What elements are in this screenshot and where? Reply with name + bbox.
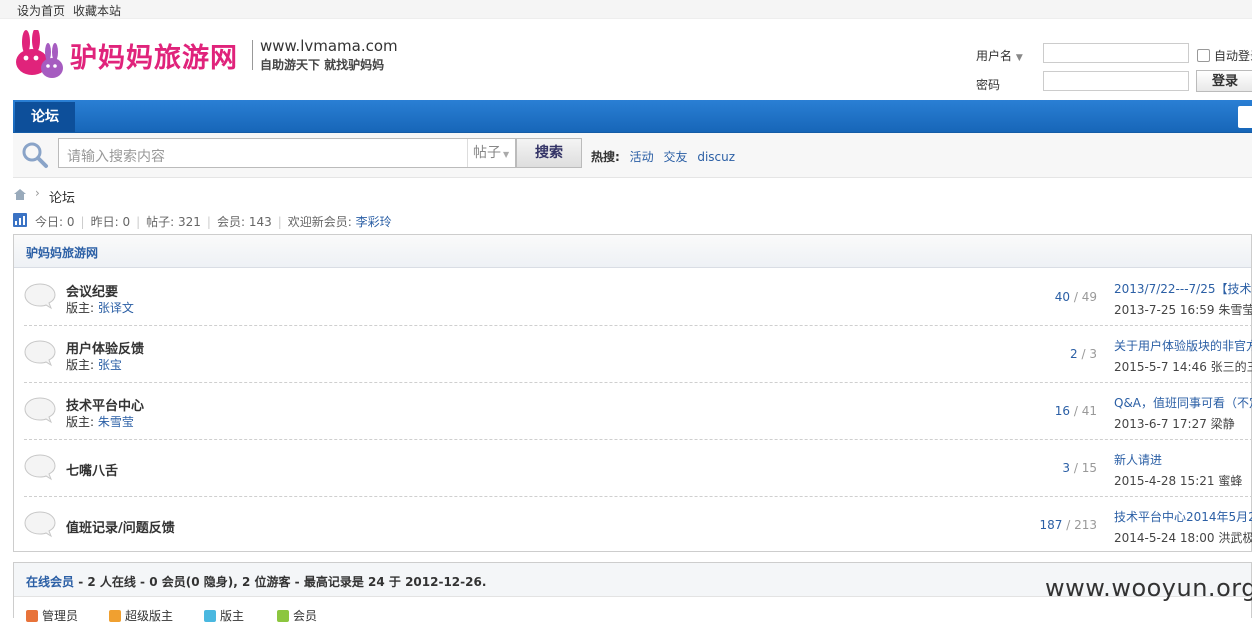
forum-bubble-icon [24, 511, 56, 538]
password-label: 密码 [976, 78, 1001, 92]
forum-row[interactable]: 技术平台中心 版主: 朱雪莹 16 / 41 Q&A，值班同事可看（不定 201… [24, 382, 1252, 440]
chevron-down-icon: ▼ [503, 150, 510, 159]
search-bar: 请输入搜索内容 帖子 ▼ 搜索 热搜: 活动 交友 discuz [13, 133, 1252, 178]
watermark: www.wooyun.org [1045, 574, 1252, 602]
last-post-link[interactable]: 技术平台中心2014年5月2 [1114, 508, 1252, 525]
search-button[interactable]: 搜索 [516, 138, 582, 168]
logo-divider [252, 40, 253, 70]
last-post-link[interactable]: 关于用户体验版块的非官方 [1114, 337, 1252, 354]
hot-search: 热搜: 活动 交友 discuz [591, 148, 735, 165]
logo-url: www.lvmama.com [260, 37, 398, 55]
forum-title[interactable]: 会议纪要 [66, 281, 118, 300]
forum-title[interactable]: 七嘴八舌 [66, 460, 118, 479]
last-post-link[interactable]: 新人请进 [1114, 451, 1252, 468]
forum-bubble-icon [24, 397, 56, 424]
last-post: 2013/7/22---7/25【技术平台 2013-7-25 16:59 朱雪… [1114, 280, 1252, 318]
forum-row[interactable]: 会议纪要 版主: 张译文 40 / 49 2013/7/22---7/25【技术… [24, 268, 1252, 326]
moderator-link[interactable]: 张译文 [98, 301, 134, 315]
logo-slogan: 自助游天下 就找驴妈妈 [260, 58, 385, 72]
forum-bubble-icon [24, 454, 56, 481]
forum-counts: 40 / 49 [1054, 290, 1097, 304]
legend-item: 版主 [204, 607, 244, 624]
bookmark-link[interactable]: 收藏本站 [73, 2, 121, 19]
breadcrumb-current[interactable]: 论坛 [49, 187, 75, 206]
login-button[interactable]: 登录 [1196, 70, 1252, 92]
forum-counts: 2 / 3 [1070, 347, 1097, 361]
last-post: 新人请进 2015-4-28 15:21 蜜蜂 [1114, 451, 1252, 489]
last-post-meta: 2013-7-25 16:59 朱雪莹 [1114, 303, 1252, 317]
super-mod-badge-icon [109, 610, 121, 622]
forum-row[interactable]: 七嘴八舌 3 / 15 新人请进 2015-4-28 15:21 蜜蜂 [24, 439, 1252, 497]
newest-member-link[interactable]: 李彩玲 [356, 215, 392, 229]
bunny-logo-icon [16, 30, 63, 78]
main-nav: 论坛 [13, 100, 1252, 133]
last-post: Q&A，值班同事可看（不定 2013-6-7 17:27 梁静 [1114, 394, 1252, 432]
forum-moderator: 版主: 张译文 [66, 301, 134, 315]
forum-moderator: 版主: 朱雪莹 [66, 415, 134, 429]
legend-item: 管理员 [26, 607, 78, 624]
moderator-link[interactable]: 张宝 [98, 358, 122, 372]
last-post: 技术平台中心2014年5月2 2014-5-24 18:00 洪武极 [1114, 508, 1252, 546]
forum-counts: 187 / 213 [1039, 518, 1097, 532]
username-input[interactable] [1043, 43, 1189, 63]
hot-term-link[interactable]: discuz [697, 150, 735, 164]
auto-login-checkbox[interactable] [1197, 49, 1210, 62]
forum-title[interactable]: 值班记录/问题反馈 [66, 517, 175, 536]
breadcrumb-separator: › [35, 186, 40, 200]
legend-item: 超级版主 [109, 607, 173, 624]
online-members-link[interactable]: 在线会员 [26, 575, 74, 589]
set-home-link[interactable]: 设为首页 [17, 2, 65, 19]
forum-title[interactable]: 用户体验反馈 [66, 338, 144, 357]
password-input[interactable] [1043, 71, 1189, 91]
search-box: 请输入搜索内容 帖子 ▼ [58, 138, 516, 168]
forum-moderator: 版主: 张宝 [66, 358, 122, 372]
legend-item: 会员 [277, 607, 317, 624]
last-post-meta: 2015-5-7 14:46 张三的三 [1114, 360, 1252, 374]
last-post-meta: 2015-4-28 15:21 蜜蜂 [1114, 474, 1243, 488]
forum-bubble-icon [24, 283, 56, 310]
last-post-meta: 2014-5-24 18:00 洪武极 [1114, 531, 1252, 545]
forum-category: 驴妈妈旅游网 会议纪要 版主: 张译文 40 / 49 2013/7/22---… [13, 234, 1252, 552]
last-post-link[interactable]: 2013/7/22---7/25【技术平台 [1114, 280, 1252, 297]
search-type-select[interactable]: 帖子 ▼ [467, 139, 515, 167]
home-icon[interactable] [13, 188, 27, 201]
username-label[interactable]: 用户名 ▼ [976, 47, 1023, 64]
forum-row[interactable]: 值班记录/问题反馈 187 / 213 技术平台中心2014年5月2 2014-… [24, 496, 1252, 553]
hot-search-label: 热搜: [591, 150, 620, 164]
logo-name: 驴妈妈旅游网 [70, 43, 238, 74]
last-post-link[interactable]: Q&A，值班同事可看（不定 [1114, 394, 1252, 411]
member-badge-icon [277, 610, 289, 622]
auto-login-label[interactable]: 自动登录 [1214, 47, 1252, 64]
forum-counts: 3 / 15 [1062, 461, 1097, 475]
hot-term-link[interactable]: 交友 [663, 150, 687, 164]
chevron-down-icon: ▼ [1015, 53, 1023, 63]
search-input[interactable]: 请输入搜索内容 [67, 146, 165, 166]
top-bar: 设为首页 收藏本站 [0, 0, 1252, 19]
mod-badge-icon [204, 610, 216, 622]
search-icon [22, 142, 48, 168]
forum-stats: 今日: 0 | 昨日: 0 | 帖子: 321 | 会员: 143 | 欢迎新会员: 李彩玲 [35, 215, 392, 229]
tab-forum[interactable]: 论坛 [15, 102, 75, 132]
last-post-meta: 2013-6-7 17:27 梁静 [1114, 417, 1235, 431]
last-post: 关于用户体验版块的非官方 2015-5-7 14:46 张三的三 [1114, 337, 1252, 375]
stats-chart-icon [13, 213, 27, 227]
admin-badge-icon [26, 610, 38, 622]
forum-bubble-icon [24, 340, 56, 367]
nav-quick-menu[interactable] [1238, 106, 1252, 128]
moderator-link[interactable]: 朱雪莹 [98, 415, 134, 429]
category-header[interactable]: 驴妈妈旅游网 [14, 235, 1251, 268]
site-logo[interactable]: 驴妈妈旅游网 www.lvmama.com 自助游天下 就找驴妈妈 [12, 28, 412, 84]
forum-title[interactable]: 技术平台中心 [66, 395, 144, 414]
hot-term-link[interactable]: 活动 [630, 150, 654, 164]
online-summary: - 2 人在线 - 0 会员(0 隐身), 2 位游客 - 最高记录是 24 于… [74, 575, 487, 589]
forum-counts: 16 / 41 [1054, 404, 1097, 418]
forum-row[interactable]: 用户体验反馈 版主: 张宝 2 / 3 关于用户体验版块的非官方 2015-5-… [24, 325, 1252, 383]
